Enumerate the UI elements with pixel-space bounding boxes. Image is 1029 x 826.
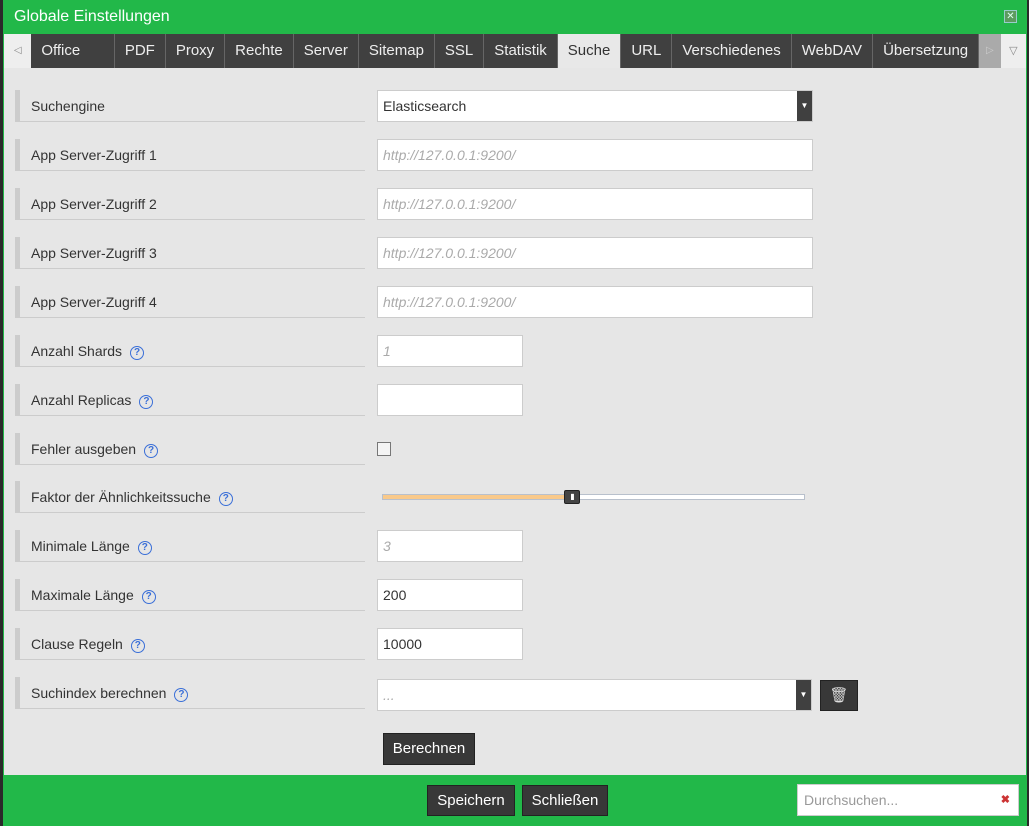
field-label: Suchengine [15,90,365,122]
tab-proxy[interactable]: Proxy [166,34,226,68]
row-clause: Clause Regeln? 10000 [15,628,1015,660]
tab-statistik[interactable]: Statistik [484,34,558,68]
help-icon[interactable]: ? [218,492,233,506]
dialog-footer: Speichern Schließen Durchsuchen... ✖ [3,775,1027,826]
row-suchengine: Suchengine Elasticsearch ▼ [15,90,1015,122]
label-text: Clause Regeln [31,636,123,652]
clear-icon[interactable]: ✖ [1001,785,1010,815]
field-label: Anzahl Shards? [15,335,365,367]
field-label: Fehler ausgeben? [15,433,365,465]
help-icon[interactable]: ? [141,590,156,604]
errors-checkbox[interactable] [377,442,391,456]
close-button[interactable]: Schließen [522,785,608,816]
row-server-1: App Server-Zugriff 1 http://127.0.0.1:920… [15,139,1015,171]
help-icon[interactable]: ? [130,639,145,653]
chevron-down-icon[interactable]: ▼ [796,680,811,710]
label-text: Anzahl Replicas [31,392,132,408]
search-input[interactable]: Durchsuchen... ✖ [797,784,1019,816]
tab-suche[interactable]: Suche [557,34,622,68]
server-1-input[interactable]: http://127.0.0.1:9200/ [377,139,813,171]
berechnen-button[interactable]: Berechnen [383,733,475,765]
label-text: Fehler ausgeben [31,441,137,457]
slider-fill [383,495,573,499]
field-label: Suchindex berechnen? [15,677,365,709]
help-icon[interactable]: ? [144,444,159,458]
row-replicas: Anzahl Replicas? [15,384,1015,416]
row-shards: Anzahl Shards? 1 [15,335,1015,367]
suchengine-select[interactable]: Elasticsearch ▼ [377,90,813,122]
select-placeholder: ... [383,687,395,703]
tab-sitemap[interactable]: Sitemap [359,34,435,68]
tab-rechte[interactable]: Rechte [225,34,294,68]
trash-icon[interactable]: 🗑 [820,680,858,711]
tab-server[interactable]: Server [294,34,359,68]
index-select[interactable]: ... ▼ [377,679,812,711]
label-text: Minimale Länge [31,538,130,554]
tab-office-import[interactable]: Office Import [31,34,115,93]
row-index: Suchindex berechnen? ... ▼ 🗑 [15,677,1015,711]
dialog-title: Globale Einstellungen [14,8,170,25]
tab-scroll-right-icon[interactable]: ▷ [979,34,1001,68]
dialog-window: Globale Einstellungen ✕ ◁ Office ImportP… [3,0,1027,826]
row-server-3: App Server-Zugriff 3 http://127.0.0.1:920… [15,237,1015,269]
maxlen-input[interactable]: 200 [377,579,523,611]
tab-url[interactable]: URL [621,34,673,68]
help-icon[interactable]: ? [137,541,152,555]
help-icon[interactable]: ? [174,688,189,702]
server-3-input[interactable]: http://127.0.0.1:9200/ [377,237,813,269]
settings-form: Suchengine Elasticsearch ▼ App Server-Zug… [4,68,1026,775]
field-label: Faktor der Ähnlichkeitssuche? [15,481,365,513]
row-server-4: App Server-Zugriff 4 http://127.0.0.1:920… [15,286,1015,318]
slider-handle[interactable]: ▮ [564,490,581,504]
label-text: Maximale Länge [31,587,134,603]
label-text: Faktor der Ähnlichkeitssuche [31,489,211,505]
tab-scroll-left-icon[interactable]: ◁ [4,34,32,68]
row-fuzzy: Faktor der Ähnlichkeitssuche? ▮ [15,481,1015,513]
tab-menu-chevron-down-icon[interactable]: ▽ [1000,34,1026,68]
field-label: App Server-Zugriff 1 [15,139,365,171]
field-label: Minimale Länge? [15,530,365,562]
field-label: App Server-Zugriff 3 [15,237,365,269]
row-server-2: App Server-Zugriff 2 http://127.0.0.1:920… [15,188,1015,220]
help-icon[interactable]: ? [139,395,154,409]
close-icon[interactable]: ✕ [1004,10,1017,23]
field-label: Clause Regeln? [15,628,365,660]
row-maxlen: Maximale Länge? 200 [15,579,1015,611]
clause-input[interactable]: 10000 [377,628,523,660]
label-text: Suchindex berechnen [31,685,167,701]
shards-input[interactable]: 1 [377,335,523,367]
field-label: App Server-Zugriff 4 [15,286,365,318]
field-label: Anzahl Replicas? [15,384,365,416]
server-4-input[interactable]: http://127.0.0.1:9200/ [377,286,813,318]
field-label: Maximale Länge? [15,579,365,611]
label-text: Anzahl Shards [31,343,123,359]
tab-übersetzung[interactable]: Übersetzung [873,34,980,68]
help-icon[interactable]: ? [130,346,145,360]
replicas-input[interactable] [377,384,523,416]
chevron-down-icon[interactable]: ▼ [797,91,812,121]
row-minlen: Minimale Länge? 3 [15,530,1015,562]
tab-verschiedenes[interactable]: Verschiedenes [672,34,792,68]
fuzzy-slider[interactable]: ▮ [382,490,805,504]
row-errors: Fehler ausgeben? [15,433,1015,465]
tab-pdf[interactable]: PDF [115,34,166,68]
tab-ssl[interactable]: SSL [435,34,485,68]
search-placeholder: Durchsuchen... [804,792,899,808]
field-label: App Server-Zugriff 2 [15,188,365,220]
select-value: Elasticsearch [383,98,467,114]
server-2-input[interactable]: http://127.0.0.1:9200/ [377,188,813,220]
minlen-input[interactable]: 3 [377,530,523,562]
tab-webdav[interactable]: WebDAV [792,34,874,68]
save-button[interactable]: Speichern [427,785,515,816]
tab-bar: ◁ Office ImportPDFProxyRechteServerSitem… [4,34,1026,93]
